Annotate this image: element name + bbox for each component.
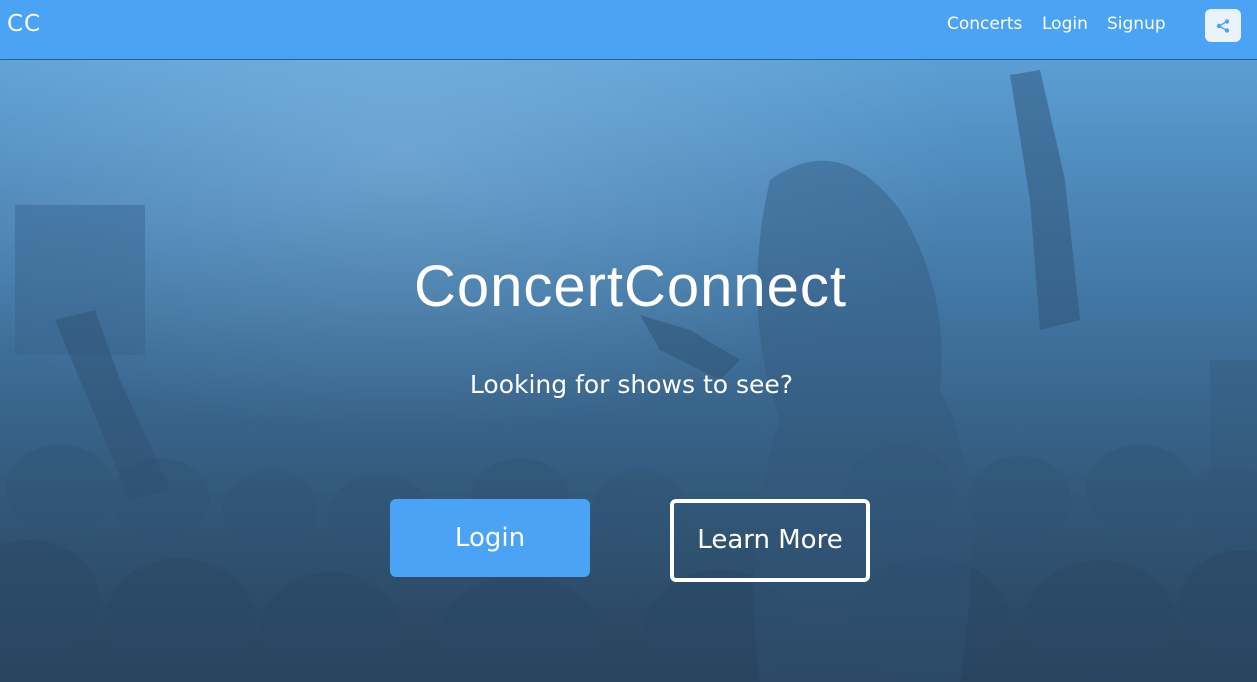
nav-link-signup[interactable]: Signup <box>1107 14 1166 34</box>
nav-link-concerts[interactable]: Concerts <box>947 14 1022 34</box>
share-icon <box>1216 19 1230 33</box>
hero-login-button[interactable]: Login <box>390 499 590 577</box>
share-button[interactable] <box>1205 9 1241 42</box>
top-navbar: CC Concerts Login Signup <box>0 0 1257 60</box>
nav-link-login[interactable]: Login <box>1042 14 1088 34</box>
brand-logo[interactable]: CC <box>7 11 41 37</box>
learn-more-button[interactable]: Learn More <box>670 499 870 582</box>
hero-title: ConcertConnect <box>413 254 848 319</box>
hero-subtitle: Looking for shows to see? <box>469 370 794 399</box>
hero-section: ConcertConnect Looking for shows to see?… <box>0 60 1257 682</box>
